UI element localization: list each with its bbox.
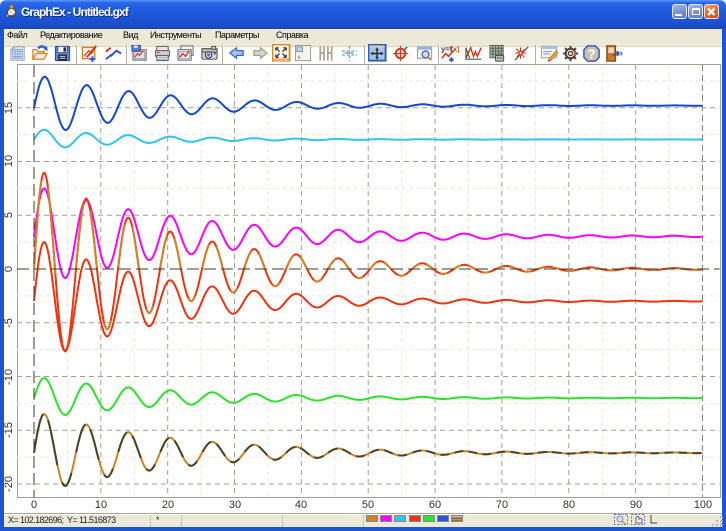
svg-text:?: ?	[588, 46, 596, 61]
